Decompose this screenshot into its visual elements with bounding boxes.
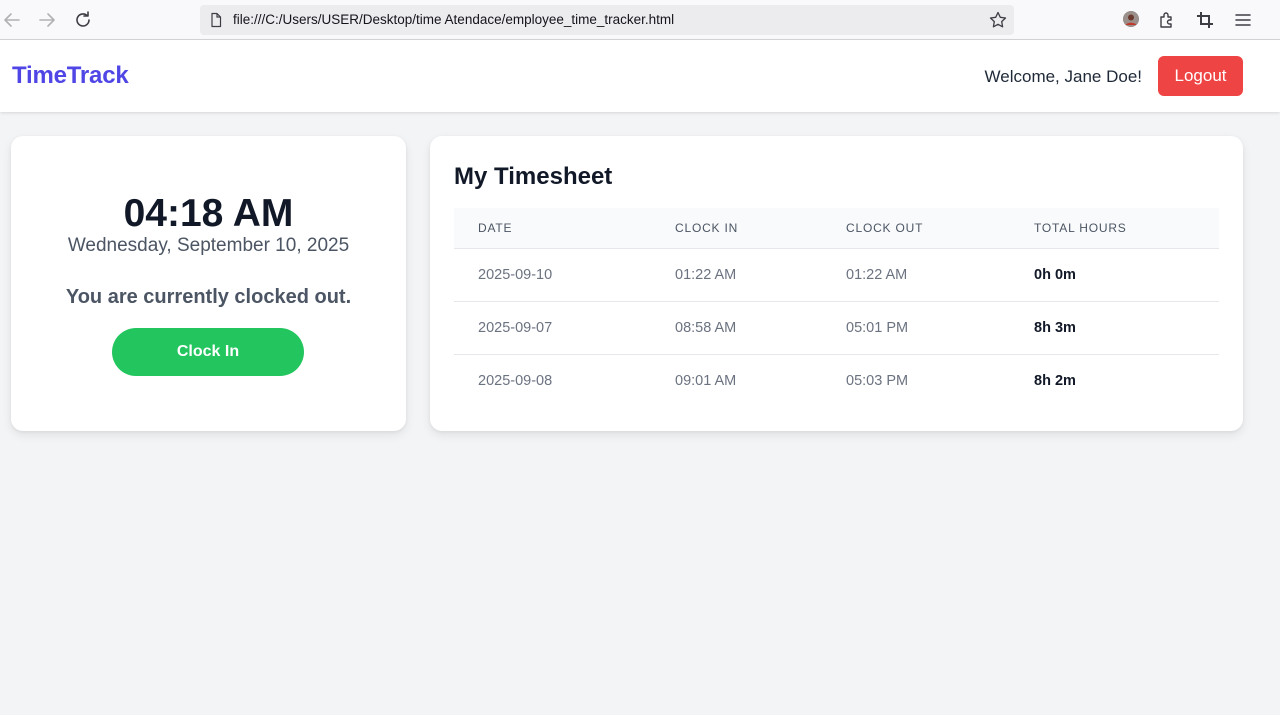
hamburger-menu-icon[interactable]	[1233, 10, 1253, 30]
cell-clock-in: 08:58 AM	[651, 301, 822, 355]
column-header-clock-in: CLOCK IN	[651, 208, 822, 249]
cell-total-hours: 0h 0m	[1010, 248, 1219, 302]
cell-clock-out: 05:01 PM	[822, 301, 1010, 355]
address-bar[interactable]: file:///C:/Users/USER/Desktop/time Atend…	[200, 5, 1014, 35]
brand-logo[interactable]: TimeTrack	[12, 62, 129, 90]
welcome-message: Welcome, Jane Doe!	[984, 67, 1142, 86]
table-header-row: DATE CLOCK IN CLOCK OUT TOTAL HOURS	[454, 208, 1219, 249]
bookmark-star-icon[interactable]	[988, 10, 1008, 30]
cell-date: 2025-09-10	[454, 248, 651, 302]
cell-clock-out: 05:03 PM	[846, 372, 909, 389]
screenshot-crop-icon[interactable]	[1195, 10, 1215, 30]
url-text: file:///C:/Users/USER/Desktop/time Atend…	[233, 12, 675, 27]
cell-clock-in: 09:01 AM	[675, 372, 737, 389]
cell-clock-out: 01:22 AM	[822, 248, 1010, 302]
cell-date: 2025-09-07	[454, 301, 651, 355]
reload-icon[interactable]	[71, 8, 95, 32]
column-header-clock-out: CLOCK OUT	[822, 208, 1010, 249]
timesheet-title: My Timesheet	[454, 163, 613, 190]
column-header-total-hours: TOTAL HOURS	[1010, 208, 1219, 249]
forward-arrow-icon[interactable]	[35, 8, 59, 32]
timesheet-table: DATE CLOCK IN CLOCK OUT TOTAL HOURS 2025…	[454, 208, 1219, 407]
table-row: 2025-09-10 01:22 AM 01:22 AM 0h 0m	[454, 248, 1219, 302]
logout-button[interactable]: Logout	[1158, 56, 1243, 96]
current-time: 04:18 AM	[123, 192, 294, 235]
cell-total-hours: 8h 3m	[1010, 301, 1219, 355]
clock-in-button[interactable]: Clock In	[112, 328, 304, 376]
back-arrow-icon[interactable]	[0, 8, 24, 32]
app-header: TimeTrack Welcome, Jane Doe! Logout	[0, 40, 1280, 112]
cell-total-hours: 8h 2m	[1034, 372, 1076, 389]
cell-clock-in: 01:22 AM	[651, 248, 822, 302]
extensions-puzzle-icon[interactable]	[1157, 10, 1177, 30]
clock-card: 04:18 AM Wednesday, September 10, 2025 Y…	[11, 136, 406, 431]
page-icon	[208, 12, 224, 28]
clock-status: You are currently clocked out.	[65, 286, 352, 308]
account-avatar-icon[interactable]	[1123, 11, 1139, 27]
current-date: Wednesday, September 10, 2025	[67, 235, 350, 256]
column-header-date: DATE	[454, 208, 651, 249]
cell-date: 2025-09-08	[478, 372, 553, 389]
timesheet-card: My Timesheet DATE CLOCK IN CLOCK OUT TOT…	[430, 136, 1243, 431]
table-row: 2025-09-07 08:58 AM 05:01 PM 8h 3m	[454, 301, 1219, 355]
browser-toolbar: file:///C:/Users/USER/Desktop/time Atend…	[0, 0, 1280, 40]
table-row: 2025-09-08 09:01 AM 05:03 PM 8h 2m	[454, 354, 1219, 407]
